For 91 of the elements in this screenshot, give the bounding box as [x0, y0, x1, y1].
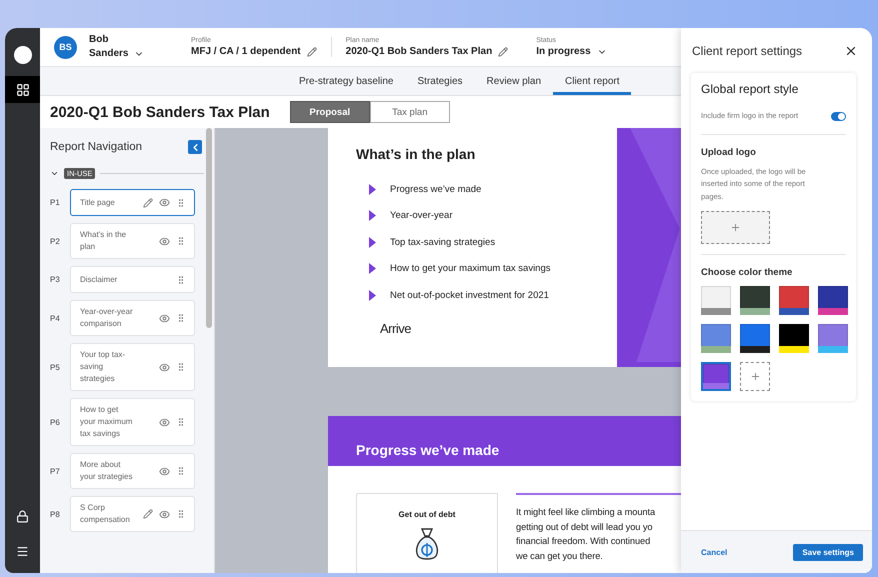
lock-icon[interactable] [16, 510, 29, 523]
navigation-item[interactable]: How to get your maximum tax savings [70, 398, 195, 446]
color-theme-swatch[interactable] [818, 286, 848, 315]
firm-logo: Arrive [380, 320, 412, 336]
drag-handle-icon[interactable] [176, 466, 186, 476]
app-logo-icon[interactable] [14, 46, 32, 64]
menu-icon[interactable] [16, 545, 29, 558]
triangle-bullet-icon [369, 236, 376, 248]
field-value: 2020-Q1 Bob Sanders Tax Plan [346, 46, 492, 57]
plan-item: Net out-of-pocket investment for 2021 [390, 290, 549, 301]
triangle-bullet-icon [369, 184, 376, 195]
page-number: P5 [50, 362, 61, 372]
page-number: P1 [50, 198, 61, 207]
grid-icon[interactable] [16, 82, 30, 96]
eye-icon[interactable] [159, 362, 170, 372]
plan-title: 2020-Q1 Bob Sanders Tax Plan [50, 104, 270, 120]
tab[interactable]: Client report [553, 67, 632, 95]
drag-handle-icon[interactable] [176, 274, 186, 284]
toggle-switch[interactable] [831, 112, 846, 121]
color-theme-swatch[interactable] [701, 286, 731, 315]
drag-handle-icon[interactable] [176, 509, 186, 519]
color-theme-swatch[interactable] [779, 324, 809, 353]
eye-icon[interactable] [159, 416, 170, 428]
eye-icon[interactable] [159, 312, 170, 324]
tab[interactable]: Pre-strategy baseline [287, 67, 406, 95]
upload-logo-button[interactable] [701, 211, 770, 244]
navigation-item[interactable]: More about your strategies [70, 453, 195, 489]
page-number: P6 [50, 418, 61, 426]
plan-item: How to get your maximum tax savings [390, 263, 551, 274]
eye-icon[interactable] [159, 197, 170, 208]
color-theme-swatch[interactable] [701, 324, 731, 353]
page-number: P4 [50, 314, 61, 322]
paragraph: It might feel like climbing a mounta getting out of debt will lead you yo financial freedom. With continued we can get you there. [516, 506, 656, 563]
pencil-icon[interactable] [143, 198, 153, 208]
field-value: MFJ / CA / 1 dependent [191, 46, 301, 57]
card-title: Get out of debt [398, 510, 456, 519]
navigation-item[interactable]: What’s in the plan [70, 223, 195, 259]
user-name[interactable]: Sanders [89, 48, 128, 60]
navigation-item[interactable]: Disclaimer [70, 266, 195, 293]
color-theme-swatch[interactable] [818, 324, 848, 353]
color-theme-swatch[interactable] [740, 286, 770, 315]
page-number: P8 [50, 510, 61, 518]
user-avatar[interactable]: BS [54, 36, 77, 58]
navigation-item[interactable]: S Corp compensation [70, 496, 195, 532]
drag-handle-icon[interactable] [176, 236, 186, 246]
color-theme-swatch[interactable] [701, 362, 731, 391]
view-toggle-button[interactable]: Proposal [290, 101, 370, 123]
eye-icon[interactable] [159, 508, 170, 520]
triangle-bullet-icon [369, 263, 376, 274]
drag-handle-icon[interactable] [176, 198, 186, 208]
pencil-icon[interactable] [143, 509, 153, 519]
plan-item: Progress we’ve made [390, 184, 482, 195]
color-theme-swatch[interactable] [740, 324, 770, 353]
money-bag-icon [415, 527, 439, 561]
eye-icon[interactable] [159, 466, 170, 476]
drag-handle-icon[interactable] [176, 417, 186, 427]
pencil-icon[interactable] [306, 46, 317, 56]
drag-handle-icon[interactable] [176, 313, 186, 323]
navigation-title: Report Navigation [50, 141, 142, 153]
cancel-button[interactable]: Cancel [701, 548, 728, 556]
page-number: P2 [50, 236, 61, 246]
plan-item: Year-over-year [390, 210, 452, 222]
triangle-bullet-icon [369, 290, 376, 301]
field-value: In progress [536, 46, 591, 57]
view-toggle-button[interactable]: Tax plan [370, 101, 450, 123]
navigation-item[interactable]: Title page [70, 189, 195, 216]
plus-icon[interactable] [730, 222, 741, 233]
card-title: Global report style [701, 82, 800, 96]
page-title: What’s in the plan [356, 146, 476, 162]
tab[interactable]: Review plan [474, 67, 554, 95]
triangle-bullet-icon [369, 210, 376, 222]
pencil-icon[interactable] [498, 46, 508, 56]
plus-icon[interactable] [750, 371, 760, 382]
drag-handle-icon[interactable] [176, 362, 186, 372]
panel-title: Client report settings [692, 44, 802, 58]
section-title: Upload logo [701, 146, 757, 158]
save-settings-button[interactable]: Save settings [793, 544, 863, 560]
tab[interactable]: Strategies [406, 67, 475, 95]
navigation-item[interactable]: Your top tax-saving strategies [70, 343, 195, 391]
page-number: P7 [50, 466, 61, 476]
user-name[interactable]: Bob [89, 34, 177, 46]
navigation-item[interactable]: Year-over-year comparison [70, 300, 195, 336]
add-theme-button[interactable] [740, 362, 770, 391]
color-theme-swatch[interactable] [779, 286, 809, 315]
plan-item: Top tax-saving strategies [390, 236, 496, 248]
scrollbar-thumb[interactable] [206, 128, 212, 328]
page-number: P3 [50, 275, 61, 284]
page-title: Progress we’ve made [356, 442, 500, 458]
chevron-down-icon[interactable] [50, 169, 59, 178]
section-title: Choose color theme [701, 267, 794, 278]
eye-icon[interactable] [159, 236, 170, 246]
